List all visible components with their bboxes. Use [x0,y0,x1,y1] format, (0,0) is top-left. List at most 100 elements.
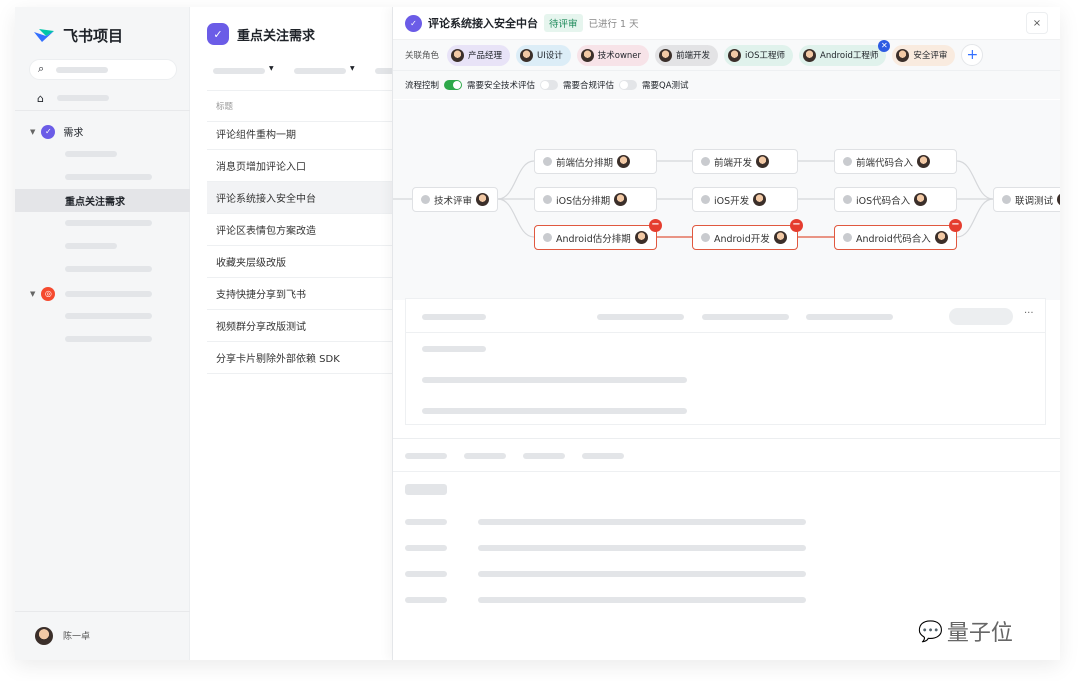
role-chip[interactable]: 前端开发 [655,44,719,66]
roles-row: 关联角色 产品经理 UI设计 技术owner 前端开发 iOS工程师 Andro… [393,39,1060,71]
list-item[interactable]: 评论组件重构一期 [207,118,392,150]
roles-label: 关联角色 [405,51,440,61]
requirement-list-panel: ✓ 重点关注需求 ▼ ▼ 标题 评论组件重构一期 消息页增加评论入口 评论系统接… [190,7,395,660]
node-tech-review[interactable]: 技术评审 [412,187,498,212]
toggle-qa[interactable] [619,80,638,90]
node-ios-dev[interactable]: iOS开发 [692,187,798,212]
bug-icon: ◎ [41,286,56,301]
sidebar-item-focus[interactable]: 重点关注需求 [15,189,190,212]
node-label: Android估分排期 [556,233,631,245]
node-ios-estimate[interactable]: iOS估分排期 [534,187,657,212]
avatar [728,48,742,62]
role-chip[interactable]: 产品经理 [447,44,511,66]
app-window: 飞书项目 ⌕ ⌂ ▼ ✓ 需求 重点关注需求 ▼ ◎ 陈一卓 ✓ 重点关注需求 … [15,7,1060,660]
elapsed-time: 已进行 1 天 [588,19,639,30]
search-input[interactable]: ⌕ [29,59,177,80]
role-label: 产品经理 [468,51,503,61]
sidebar-item-label: 重点关注需求 [65,197,125,208]
caret-down-icon: ▼ [30,127,36,136]
user-profile[interactable]: 陈一卓 [15,624,190,647]
avatar [803,48,816,62]
wechat-icon: 💬 [918,619,943,643]
node-label: iOS估分排期 [556,195,611,207]
list-title: 重点关注需求 [237,28,316,44]
remove-icon[interactable]: ✕ [878,39,891,52]
role-label: 技术owner [597,51,642,61]
list-item[interactable]: 收藏夹层级改版 [207,246,392,278]
role-label: UI设计 [537,51,563,61]
node-label: Android代码合入 [856,233,931,245]
flow-label: 流程控制 [405,81,440,91]
role-label: 安全评审 [913,51,948,61]
caret-down-icon: ▼ [30,289,36,298]
detail-title: 评论系统接入安全中台 [428,17,538,30]
sidebar-item-home[interactable]: ⌂ [15,87,190,110]
list-item[interactable]: 评论区表情包方案改造 [207,214,392,246]
detail-header: ✓ 评论系统接入安全中台 待评审 已进行 1 天 × [393,7,1060,40]
avatar [659,48,673,62]
requirement-icon: ✓ [207,23,229,45]
watermark: 💬 量子位 [918,615,1013,647]
requirement-icon: ✓ [41,124,56,139]
node-android-dev[interactable]: Android开发 − [692,219,803,250]
workflow-graph: 技术评审 前端估分排期 前端开发 前端代码合入 iOS估分排期 iOS开发 iO… [393,100,1060,300]
node-android-estimate[interactable]: Android估分排期 − [534,219,662,250]
toggle-label: 需要合规评估 [563,81,615,91]
toggle-security-review[interactable] [444,80,463,90]
node-android-merge[interactable]: Android代码合入 − [834,219,962,250]
node-label: iOS代码合入 [856,195,911,207]
node-label: Android开发 [714,233,770,245]
role-chip[interactable]: 安全评审 [892,44,956,66]
avatar [520,48,534,62]
toggle-label: 需要安全技术评估 [467,81,536,91]
role-chip[interactable]: UI设计 [516,44,571,66]
role-label: Android工程师 [820,51,879,61]
home-icon: ⌂ [37,92,44,105]
node-fe-estimate[interactable]: 前端估分排期 [534,149,657,174]
toggle-compliance[interactable] [540,80,559,90]
app-logo: 飞书项目 [33,25,123,46]
app-name: 飞书项目 [63,27,124,45]
role-chip[interactable]: Android工程师 ✕ [799,39,891,66]
close-button[interactable]: × [1026,12,1048,34]
node-label: 前端开发 [714,157,753,169]
remove-node-icon[interactable]: − [949,219,962,232]
search-icon: ⌕ [38,62,45,75]
remove-node-icon[interactable]: − [790,219,803,232]
avatar [35,626,53,645]
placeholder-card: ··· [405,298,1046,425]
status-badge[interactable]: 待评审 [544,14,583,32]
sidebar-item-requirements[interactable]: ▼ ✓ 需求 [15,120,190,143]
sidebar-item-section-2[interactable]: ▼ ◎ [15,282,190,305]
list-item[interactable]: 分享卡片剔除外部依赖 SDK [207,342,392,374]
avatar [580,48,594,62]
watermark-text: 量子位 [946,621,1013,646]
node-fe-dev[interactable]: 前端开发 [692,149,798,174]
role-label: 前端开发 [676,51,711,61]
add-role-button[interactable]: + [961,44,984,66]
avatar [896,48,910,62]
role-chip[interactable]: iOS工程师 [724,44,793,66]
list-item[interactable]: 视频群分享改版测试 [207,310,392,342]
remove-node-icon[interactable]: − [649,219,662,232]
node-label: 联调测试 [1015,195,1054,207]
feishu-logo-icon [34,28,54,42]
list-item[interactable]: 支持快捷分享到飞书 [207,278,392,310]
node-label: 前端代码合入 [856,157,914,169]
sidebar: 飞书项目 ⌕ ⌂ ▼ ✓ 需求 重点关注需求 ▼ ◎ 陈一卓 [15,7,190,660]
node-label: 技术评审 [434,195,473,207]
node-label: 前端估分排期 [556,157,614,169]
toggle-label: 需要QA测试 [642,81,689,91]
node-ios-merge[interactable]: iOS代码合入 [834,187,957,212]
user-name: 陈一卓 [63,632,91,642]
requirement-icon: ✓ [405,14,422,32]
node-fe-merge[interactable]: 前端代码合入 [834,149,957,174]
list-item-selected[interactable]: 评论系统接入安全中台 [207,182,392,214]
more-icon[interactable]: ··· [1024,308,1034,319]
flow-control-row: 流程控制 需要安全技术评估 需要合规评估 需要QA测试 [393,71,1060,99]
node-joint-test[interactable]: 联调测试 [993,187,1060,212]
role-label: iOS工程师 [745,51,785,61]
list-item[interactable]: 消息页增加评论入口 [207,150,392,182]
section-label: 需求 [63,128,84,139]
role-chip[interactable]: 技术owner [576,44,650,66]
